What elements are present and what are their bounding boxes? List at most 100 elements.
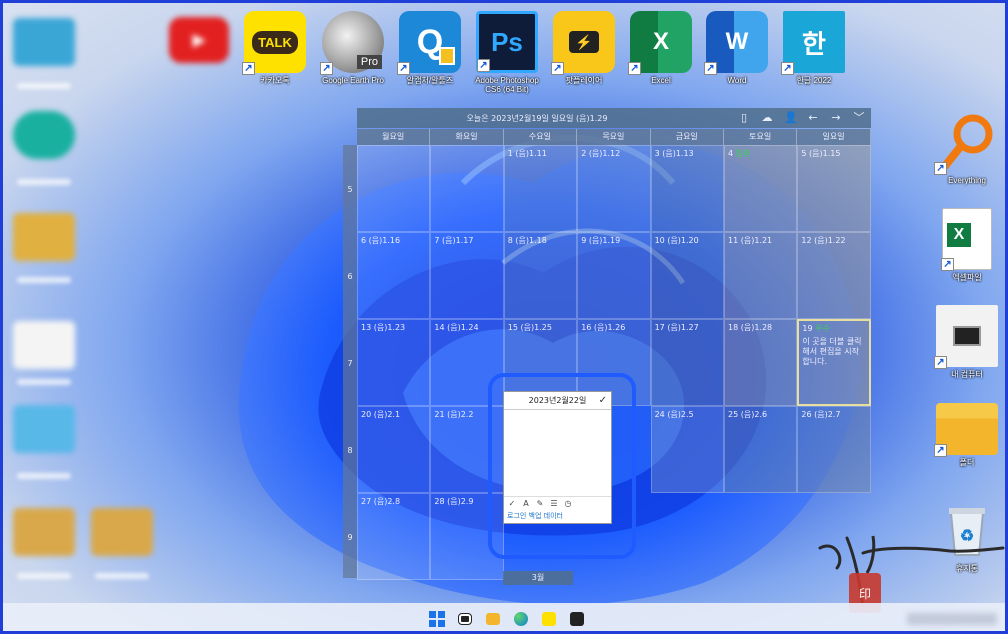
day-cell[interactable]: 13 (음)1.23 [357,319,431,406]
word-shortcut[interactable]: W ↗ Word [701,11,773,85]
folder-shortcut[interactable]: ↗ 폴더 [931,403,1003,467]
left-desktop-icon-5[interactable] [13,405,75,453]
popup-date: 2023년2월22일 [528,396,587,405]
excel-tile-text: X [652,28,669,55]
weekday-tue: 화요일 [430,129,504,145]
shortcut-arrow-icon: ↗ [477,59,490,72]
shortcut-arrow-icon: ↗ [934,444,947,457]
day-cell[interactable] [357,145,431,232]
shortcut-arrow-icon: ↗ [934,162,947,175]
text-color-icon[interactable]: A [521,499,531,509]
excel-file-shortcut[interactable]: X ↗ 엑셀파일 [931,208,1003,282]
edge-icon[interactable] [511,609,531,629]
day-cell[interactable]: 24 (음)2.5 [650,406,724,493]
kakaotalk-tile-text: TALK [252,30,298,54]
day-cell[interactable]: 20 (음)2.1 [357,406,431,493]
excel-file-label: 엑셀파일 [952,273,982,282]
pc-shortcut[interactable]: ↗ 내 컴퓨터 [931,305,1003,379]
left-desktop-icon-2[interactable] [13,111,75,159]
folder-label: 폴더 [959,458,975,467]
day-cell[interactable]: 3 (음)1.13 [650,145,724,232]
left-desktop-icon-1[interactable] [13,18,75,66]
weekday-sun: 일요일 [797,129,871,145]
holiday-label: 우수 [815,324,830,333]
day-cell[interactable]: 12 (음)1.22 [797,232,871,319]
check-icon[interactable]: ✓ [599,392,607,410]
hangul-shortcut[interactable]: 한 ↗ 한글 2022 [778,11,850,85]
left-desktop-label-1 [17,83,71,89]
day-cell[interactable]: 9 (음)1.19 [577,232,651,319]
everything-shortcut[interactable]: ↗ Everything [931,111,1003,185]
pro-badge: Pro [356,55,382,69]
day-cell[interactable]: 7 (음)1.17 [430,232,504,319]
shortcut-arrow-icon: ↗ [628,62,641,75]
left-desktop-icon-7[interactable] [91,508,153,556]
week-number: 6 [347,272,353,281]
day-cell[interactable]: 25 (음)2.6 [724,406,798,493]
excel-shortcut[interactable]: X ↗ Excel [625,11,697,85]
next-month-button[interactable]: 3월 [503,571,573,585]
left-desktop-icon-6[interactable] [13,508,75,556]
left-desktop-label-5 [17,473,71,479]
shortcut-arrow-icon: ↗ [551,62,564,75]
chevron-down-icon[interactable]: ﹀ [853,111,865,124]
youtube-shortcut[interactable]: ▶ [163,17,235,63]
weekday-header: 월요일 화요일 수요일 목요일 금요일 토요일 일요일 [357,129,871,145]
shortcut-arrow-icon: ↗ [781,62,794,75]
clock-icon[interactable]: ◷ [563,499,573,509]
highlight-icon[interactable]: ✎ [535,499,545,509]
day-cell[interactable]: 8 (음)1.18 [503,232,578,319]
shortcut-arrow-icon: ↗ [704,62,717,75]
left-desktop-icon-4[interactable] [13,321,75,369]
windows-start-icon[interactable] [427,609,447,629]
file-explorer-icon[interactable] [483,609,503,629]
day-cell[interactable]: 1 (음)1.11 [503,145,578,232]
task-view-icon[interactable] [455,609,475,629]
weekday-fri: 금요일 [650,129,724,145]
hangul-tile-text: 한 [802,28,826,59]
day-cell[interactable]: 5 (음)1.15 [797,145,871,232]
weekday-wed: 수요일 [503,129,578,145]
q-app-label: 알캡처/알툴즈 [406,76,454,85]
photoshop-shortcut[interactable]: Ps ↗ Adobe Photoshop CS6 (64 Bit) [471,11,543,94]
memo-text-area[interactable] [504,410,611,496]
word-tile-text: W [725,28,749,55]
monitor-icon: ↗ [934,305,998,369]
hangul-icon: 한 ↗ [781,11,845,75]
left-desktop-label-2 [17,179,71,185]
kakaotalk-taskbar-icon[interactable] [539,609,559,629]
day-number: 4 [728,149,734,158]
user-icon[interactable]: 👤 [784,111,798,124]
memo-popup[interactable]: 2023년2월22일 ✓ ✓ A ✎ ☰ ◷ 로그인 백업 데이터 [503,391,612,524]
day-cell[interactable] [430,145,504,232]
hangul-label: 한글 2022 [796,76,832,85]
day-cell[interactable]: 10 (음)1.20 [650,232,724,319]
today-cell[interactable]: 19 우수 이 곳을 더블 클릭해서 편집을 시작합니다. [797,319,871,406]
day-cell[interactable]: 2 (음)1.12 [577,145,651,232]
day-cell[interactable]: 17 (음)1.27 [650,319,724,406]
camera-app-icon[interactable] [567,609,587,629]
q-app-shortcut[interactable]: Q ↗ 알캡처/알툴즈 [394,11,466,85]
left-desktop-icon-3[interactable] [13,213,75,261]
system-tray[interactable] [907,613,997,625]
prev-month-icon[interactable]: ← [807,111,819,124]
day-cell[interactable]: 26 (음)2.7 [797,406,871,493]
phone-icon[interactable]: ▯ [738,111,750,124]
popup-links[interactable]: 로그인 백업 데이터 [504,510,611,522]
shortcut-arrow-icon: ↗ [941,258,954,271]
day-cell[interactable]: 11 (음)1.21 [724,232,798,319]
day-cell[interactable]: 6 (음)1.16 [357,232,431,319]
google-earth-pro-shortcut[interactable]: Pro ↗ Google Earth Pro [317,11,389,85]
calendar-title: 오늘은 2023년2월19일 일요일 (음)1.29 [466,114,608,123]
potplayer-shortcut[interactable]: ⚡ ↗ 팟플레이어 [548,11,620,85]
day-cell[interactable]: 18 (음)1.28 [724,319,798,406]
next-month-icon[interactable]: → [830,111,842,124]
checkbox-icon[interactable]: ✓ [507,499,517,509]
day-cell[interactable]: 27 (음)2.8 [357,493,431,580]
day-cell-sat4[interactable]: 4 입춘 [724,145,798,232]
excel-icon: X ↗ [628,11,692,75]
week-number-column: 5 6 7 8 9 [343,145,357,578]
cloud-icon[interactable]: ☁ [761,111,773,124]
list-icon[interactable]: ☰ [549,499,559,509]
kakaotalk-shortcut[interactable]: TALK ↗ 카카오톡 [239,11,311,85]
